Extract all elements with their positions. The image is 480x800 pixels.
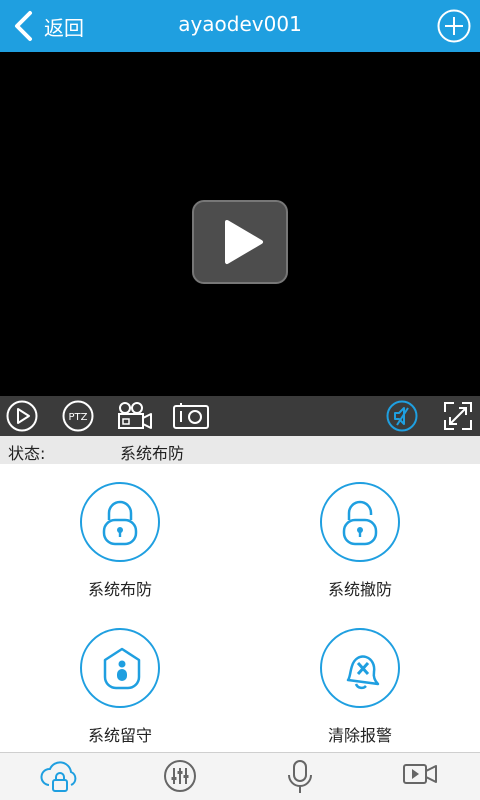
disarm-system-button[interactable]: 系统撤防 (280, 482, 440, 600)
tab-controls[interactable] (120, 759, 240, 800)
ptz-icon[interactable]: PTZ (62, 400, 94, 432)
page-title: ayaodev001 (178, 12, 302, 36)
disarm-circle (320, 482, 400, 562)
snapshot-icon[interactable] (172, 400, 210, 432)
disarm-label: 系统撤防 (327, 580, 392, 599)
home-guard-icon (103, 647, 141, 690)
tab-talk[interactable] (240, 759, 360, 800)
equalizer-icon (164, 760, 196, 792)
arm-label: 系统布防 (87, 580, 152, 599)
play-icon (225, 220, 263, 264)
stay-label: 系统留守 (87, 726, 152, 745)
video-control-bar: PTZ (0, 396, 480, 436)
status-label: 状态: (8, 444, 46, 463)
lock-open-icon (342, 500, 378, 546)
clear-alarm-circle (320, 628, 400, 708)
video-view[interactable] (0, 52, 480, 396)
lock-closed-icon (102, 500, 138, 546)
status-value: 系统布防 (120, 444, 185, 463)
clear-alarm-label: 清除报警 (327, 726, 392, 745)
cloud-lock-icon (40, 761, 77, 792)
play-button[interactable] (192, 200, 288, 284)
video-record-icon (403, 764, 437, 784)
stay-circle (80, 628, 160, 708)
status-row: 状态: 系统布防 (0, 436, 480, 464)
plus-circle-icon[interactable] (436, 8, 472, 44)
bottom-tab-bar (0, 752, 480, 800)
tab-recordings[interactable] (360, 759, 480, 800)
top-bar: 返回 ayaodev001 (0, 0, 480, 52)
arm-system-button[interactable]: 系统布防 (40, 482, 200, 600)
tab-security[interactable] (0, 759, 120, 800)
fullscreen-icon[interactable] (442, 400, 474, 432)
svg-text:PTZ: PTZ (69, 412, 88, 423)
clear-alarm-bell-icon (346, 655, 380, 690)
stay-arm-button[interactable]: 系统留守 (40, 628, 200, 746)
microphone-icon (288, 760, 312, 793)
mute-icon[interactable] (386, 400, 418, 432)
arm-circle (80, 482, 160, 562)
video-camera-icon[interactable] (116, 400, 154, 432)
play-circle-icon[interactable] (6, 400, 38, 432)
clear-alarm-button[interactable]: 清除报警 (280, 628, 440, 746)
